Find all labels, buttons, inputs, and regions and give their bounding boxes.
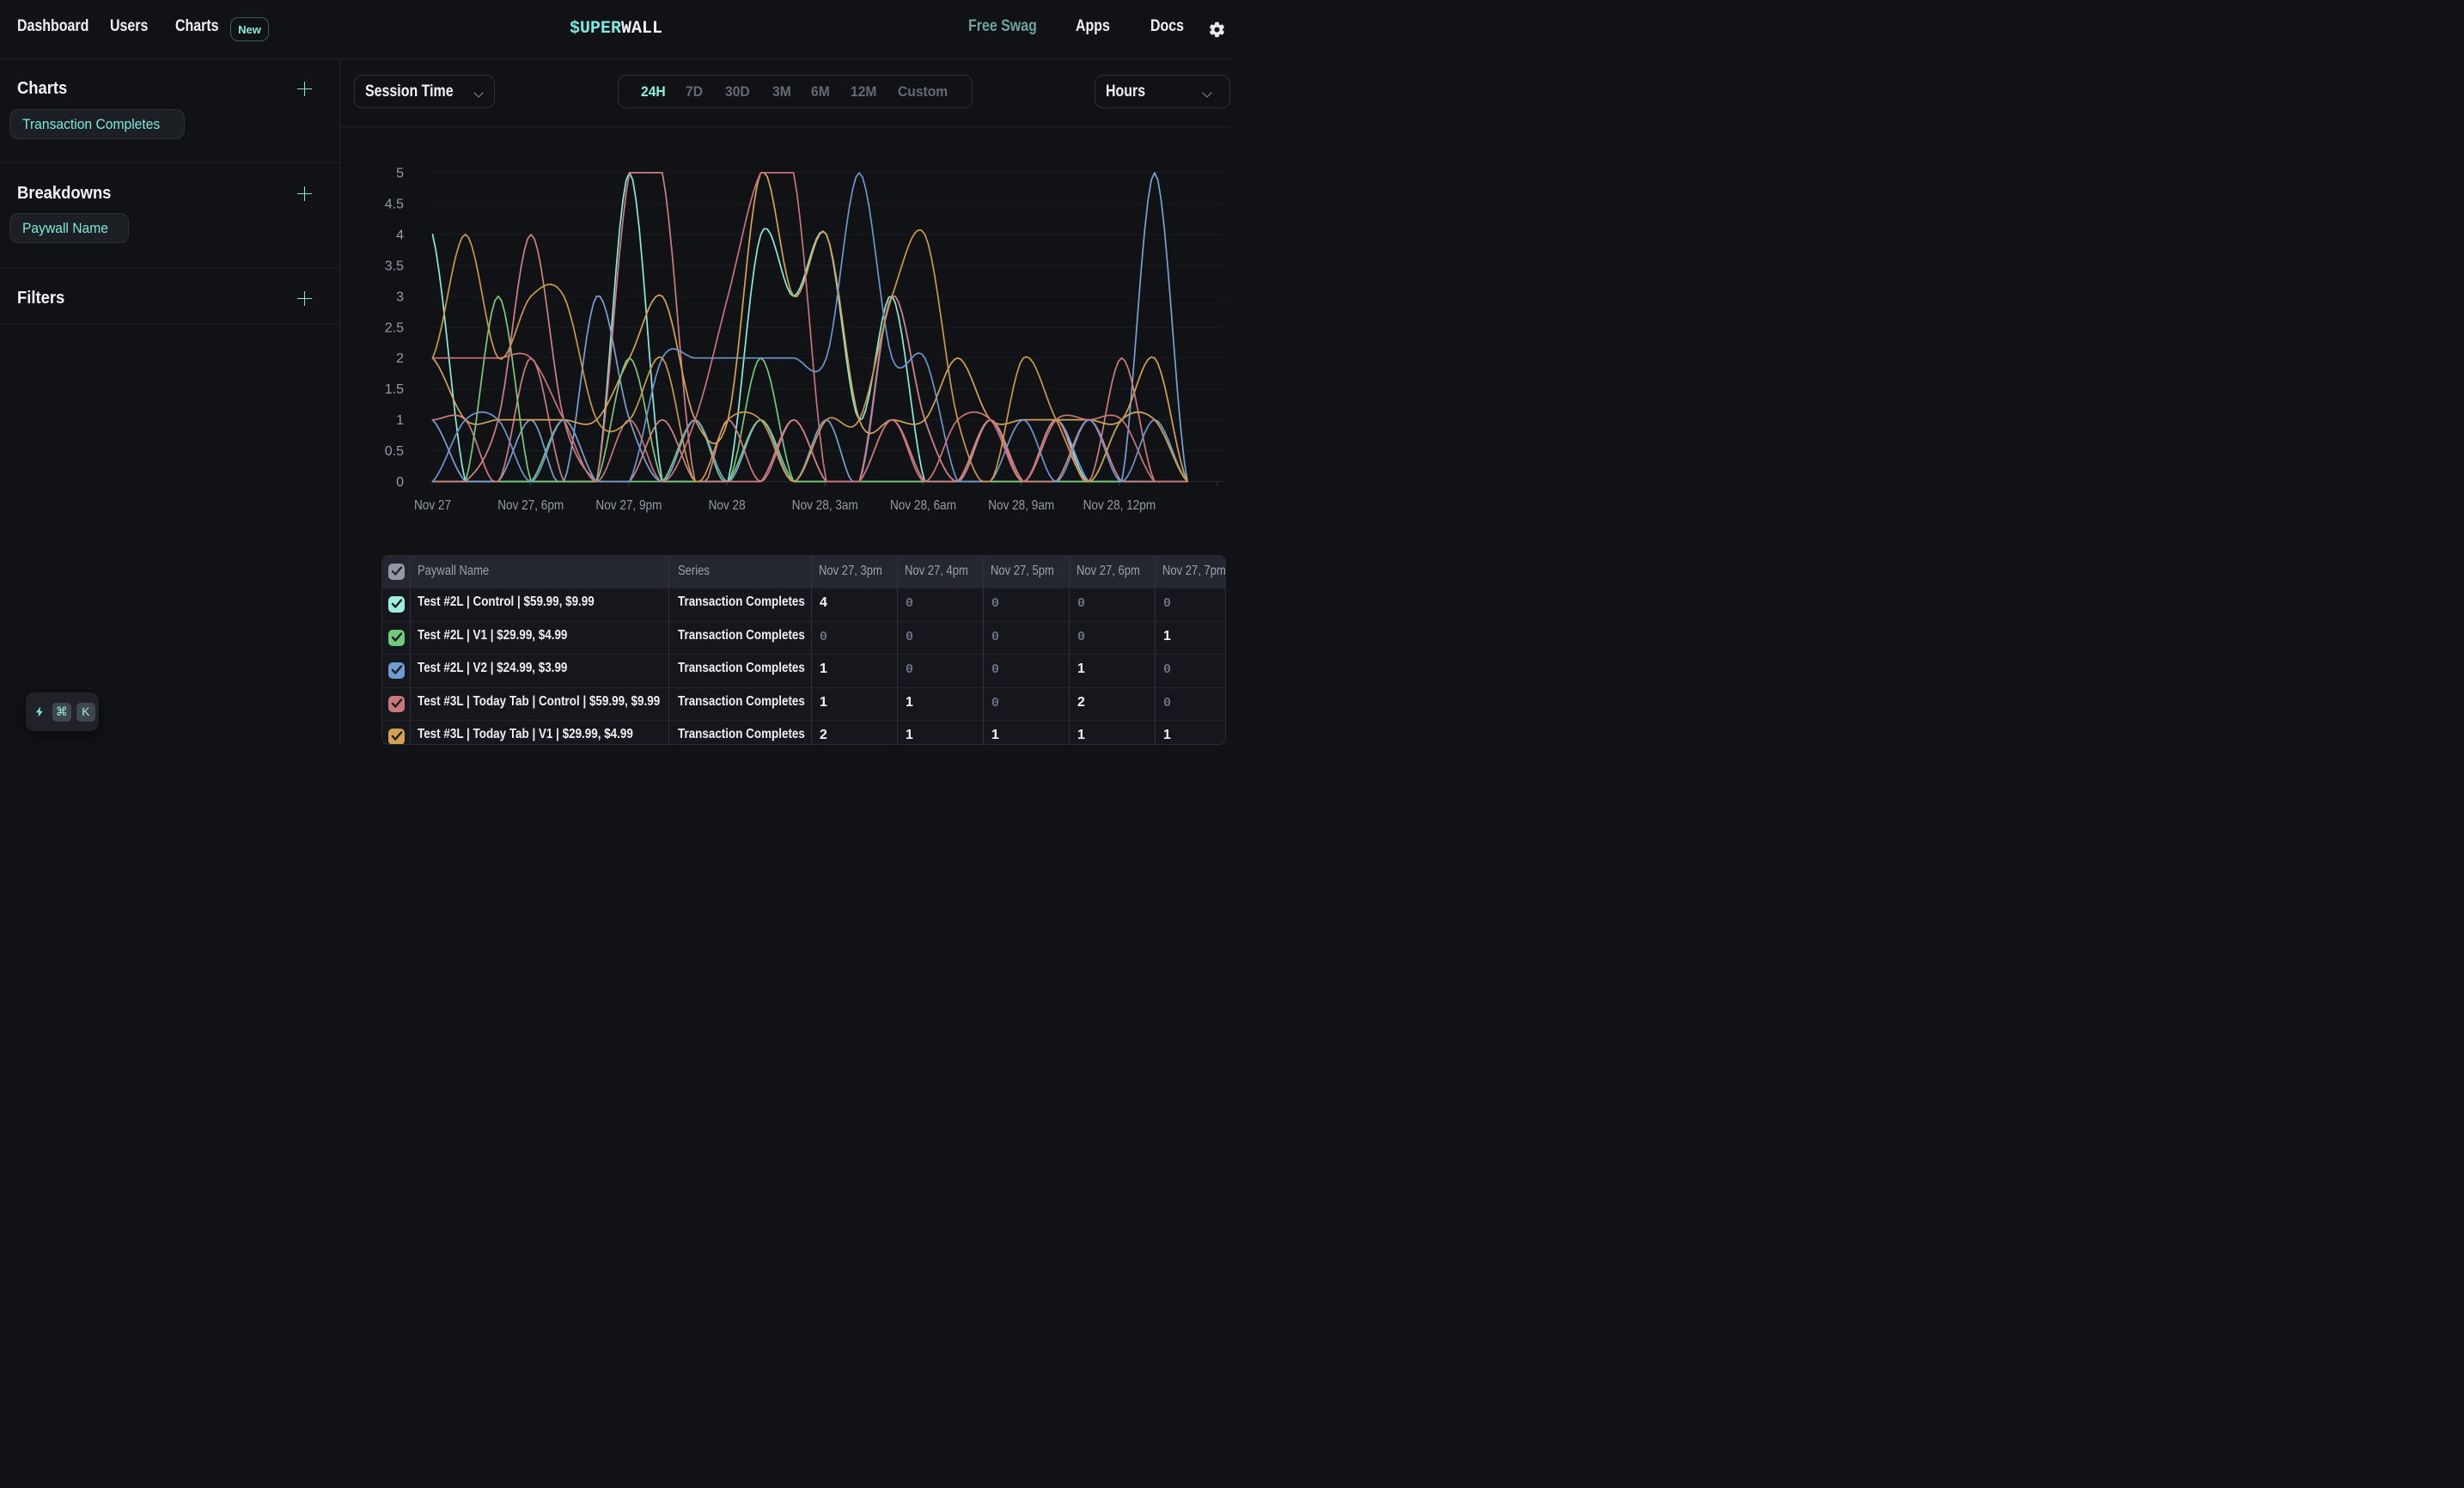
svg-text:Nov 28, 6am: Nov 28, 6am: [890, 498, 956, 513]
svg-text:Nov 28, 9am: Nov 28, 9am: [988, 498, 1054, 513]
svg-text:Nov 27, 6pm: Nov 27, 6pm: [497, 498, 564, 513]
svg-text:2: 2: [396, 351, 404, 366]
svg-text:0: 0: [396, 475, 404, 490]
svg-text:3.5: 3.5: [385, 259, 404, 273]
svg-text:1.5: 1.5: [385, 382, 404, 397]
svg-text:4: 4: [396, 228, 404, 242]
svg-text:Nov 27, 9pm: Nov 27, 9pm: [595, 498, 662, 513]
svg-text:Nov 28: Nov 28: [709, 498, 746, 513]
svg-text:Nov 28, 12pm: Nov 28, 12pm: [1083, 498, 1156, 513]
svg-text:2.5: 2.5: [385, 320, 404, 335]
svg-text:Nov 27: Nov 27: [414, 498, 451, 513]
svg-text:1: 1: [396, 413, 404, 428]
svg-text:0.5: 0.5: [385, 444, 404, 459]
svg-text:Nov 28, 3am: Nov 28, 3am: [792, 498, 858, 513]
svg-text:3: 3: [396, 290, 404, 304]
svg-text:4.5: 4.5: [385, 197, 404, 211]
svg-text:5: 5: [396, 167, 404, 181]
